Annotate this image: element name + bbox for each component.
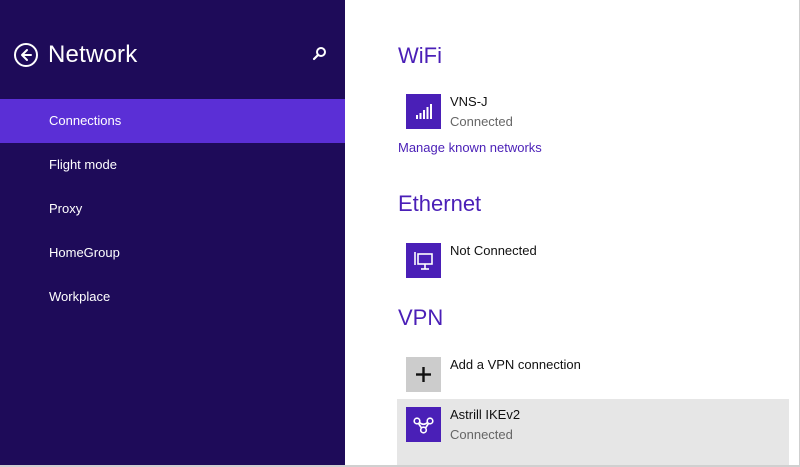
- sidebar: Network Connections Flight mode Proxy Ho…: [0, 0, 345, 467]
- sidebar-item-connections[interactable]: Connections: [0, 99, 345, 143]
- add-vpn-connection-button[interactable]: Add a VPN connection: [397, 349, 789, 401]
- back-arrow-icon: [21, 49, 32, 61]
- page-title: Network: [48, 41, 138, 68]
- vpn-icon: [406, 407, 441, 442]
- search-icon: [312, 47, 326, 61]
- settings-window: Network Connections Flight mode Proxy Ho…: [0, 0, 800, 467]
- wifi-signal-icon: [406, 94, 441, 129]
- wifi-section-title: WiFi: [398, 43, 442, 68]
- ethernet-status: Not Connected: [450, 243, 537, 258]
- wifi-network-item[interactable]: VNS-J Connected: [397, 86, 789, 138]
- vpn-connection-status: Connected: [450, 427, 513, 442]
- sidebar-item-homegroup[interactable]: HomeGroup: [0, 231, 345, 275]
- vpn-section-title: VPN: [398, 305, 444, 330]
- ethernet-icon: [406, 243, 441, 278]
- sidebar-item-label: Workplace: [49, 289, 111, 304]
- wifi-network-status: Connected: [450, 114, 513, 129]
- search-button[interactable]: [310, 46, 328, 64]
- main-panel: WiFi VNS-J Connected Manage known networ…: [345, 0, 800, 467]
- add-vpn-label: Add a VPN connection: [450, 357, 581, 372]
- sidebar-item-workplace[interactable]: Workplace: [0, 275, 345, 319]
- sidebar-item-label: Connections: [49, 113, 122, 128]
- sidebar-item-flight-mode[interactable]: Flight mode: [0, 143, 345, 187]
- sidebar-item-label: HomeGroup: [49, 245, 120, 260]
- plus-icon: [406, 357, 441, 392]
- back-button[interactable]: [14, 43, 38, 67]
- sidebar-nav: Connections Flight mode Proxy HomeGroup …: [0, 99, 345, 319]
- sidebar-item-label: Flight mode: [49, 157, 117, 172]
- ethernet-section-title: Ethernet: [398, 191, 482, 216]
- manage-known-networks-link[interactable]: Manage known networks: [398, 140, 542, 155]
- ethernet-adapter-item[interactable]: Not Connected: [397, 235, 789, 287]
- sidebar-item-proxy[interactable]: Proxy: [0, 187, 345, 231]
- vpn-connection-item[interactable]: Astrill IKEv2 Connected: [397, 399, 789, 465]
- sidebar-item-label: Proxy: [49, 201, 83, 216]
- wifi-network-name: VNS-J: [450, 94, 488, 109]
- vpn-connection-name: Astrill IKEv2: [450, 407, 521, 422]
